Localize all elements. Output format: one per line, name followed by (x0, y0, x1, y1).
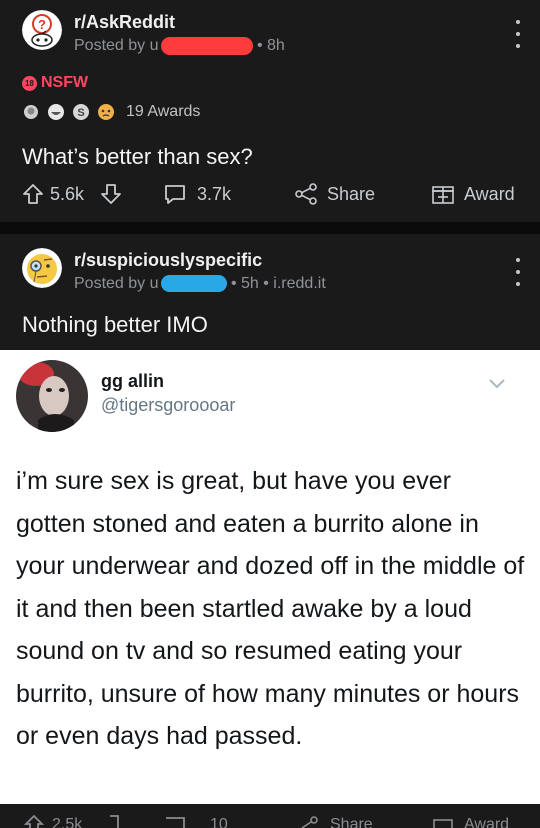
nsfw-label: NSFW (41, 74, 89, 91)
post-meta: Posted by u • 8h (74, 37, 285, 55)
monocle-emoji-icon (22, 248, 62, 288)
comment-count: 3.7k (197, 183, 232, 204)
suspiciouslyspecific-post[interactable]: r/suspiciouslyspecific Posted by u • 5h … (0, 234, 540, 350)
award-label: Award (464, 183, 515, 204)
svg-text:S: S (77, 107, 84, 119)
nsfw-tag: 18 NSFW (22, 74, 88, 92)
laughing-award-icon (48, 104, 64, 120)
downvote-arrow-icon[interactable] (104, 814, 124, 828)
awards-count: 19 Awards (126, 103, 201, 120)
comment-count: 10 (210, 816, 228, 828)
comments-button[interactable]: 3.7k (163, 183, 231, 205)
username-redaction (160, 275, 227, 293)
chevron-down-icon[interactable] (488, 378, 506, 390)
more-options-icon[interactable] (510, 258, 526, 286)
tweet-image[interactable]: gg allin @tigersgoroooar i’m sure sex is… (0, 350, 540, 804)
askreddit-post[interactable]: ? r/AskReddit Posted by u • 8h 18 NSFW S… (0, 0, 540, 222)
tweet-display-name[interactable]: gg allin (101, 371, 164, 392)
post-age: • 5h • i.redd.it (230, 275, 326, 292)
silver-award-icon: S (73, 104, 89, 120)
share-label: Share (330, 816, 373, 828)
award-button[interactable]: Award (431, 183, 515, 205)
share-button[interactable]: Share (294, 183, 375, 205)
post-divider (0, 222, 540, 234)
tearing-up-award-icon (98, 104, 114, 120)
award-label: Award (464, 816, 510, 828)
more-options-icon[interactable] (510, 20, 526, 48)
askreddit-icon: ? (22, 10, 62, 50)
subreddit-avatar[interactable] (22, 248, 62, 288)
subreddit-name[interactable]: r/AskReddit (74, 12, 175, 33)
post-title[interactable]: What’s better than sex? (22, 144, 253, 170)
gift-award-icon (432, 186, 454, 204)
post-meta: Posted by u • 5h • i.redd.it (74, 275, 326, 293)
share-icon (295, 183, 317, 205)
comment-bubble-icon (165, 185, 185, 204)
upvote-button[interactable]: 5.6k (22, 183, 84, 205)
share-label: Share (327, 183, 376, 204)
downvote-button[interactable] (100, 183, 122, 205)
username-redaction (160, 37, 253, 55)
tweet-text: i’m sure sex is great, but have you ever… (16, 467, 525, 750)
gift-award-icon[interactable] (432, 814, 454, 828)
comment-bubble-icon[interactable] (164, 816, 186, 828)
upvote-arrow-icon[interactable] (24, 814, 44, 828)
upvote-count: 2.5k (52, 816, 83, 828)
tweet-avatar (16, 360, 88, 432)
tweet-handle[interactable]: @tigersgoroooar (101, 395, 235, 416)
posted-by[interactable]: Posted by u (74, 275, 159, 292)
downvote-arrow-icon (101, 184, 121, 204)
upvote-count: 5.6k (50, 183, 85, 204)
post-title[interactable]: Nothing better IMO (22, 312, 208, 338)
subreddit-avatar[interactable]: ? (22, 10, 62, 50)
post-actions: 5.6k 3.7k Share Award (0, 183, 540, 213)
nsfw-badge: 18 (22, 75, 37, 91)
upvote-arrow-icon (23, 184, 43, 204)
subreddit-name[interactable]: r/suspiciouslyspecific (74, 250, 262, 271)
post-age: • 8h (256, 37, 285, 55)
posted-by[interactable]: Posted by u (74, 37, 159, 54)
svg-text:?: ? (38, 17, 46, 32)
post2-actions-partial: 2.5k 10 Share Award (0, 804, 540, 828)
share-icon[interactable] (296, 814, 318, 828)
wholesome-award-icon (24, 105, 38, 119)
awards-row[interactable]: S 19 Awards (22, 103, 200, 121)
profile-photo (16, 360, 88, 432)
